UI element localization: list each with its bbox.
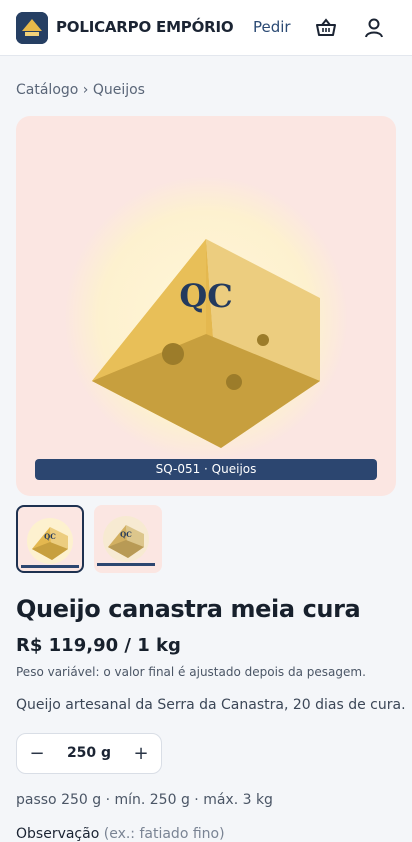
brand-name[interactable]: POLICARPO EMPÓRIO <box>56 18 234 36</box>
product-description: Queijo artesanal da Serra da Canastra, 2… <box>16 697 406 713</box>
product-price: R$ 119,90 / 1 kg <box>16 635 181 656</box>
observation-label: Observação (ex.: fatiado fino) <box>16 826 225 842</box>
increment-button[interactable]: + <box>121 734 161 773</box>
breadcrumb[interactable]: Catálogo › Queijos <box>16 82 145 98</box>
weight-note: Peso variável: o valor final é ajustado … <box>16 665 366 679</box>
thumbnail-cheese-icon: QC <box>21 518 79 568</box>
quantity-value: 250 g <box>66 745 112 761</box>
product-image[interactable]: QC SQ-051 · Queijos <box>16 116 396 496</box>
quantity-rules: passo 250 g · mín. 250 g · máx. 3 kg <box>16 792 273 808</box>
user-icon[interactable] <box>360 14 388 42</box>
app-header: POLICARPO EMPÓRIO Pedir <box>0 0 412 56</box>
decrement-button[interactable]: − <box>17 734 57 773</box>
thumbnail-cheese-icon: QC <box>97 516 155 566</box>
svg-text:QC: QC <box>44 532 56 541</box>
observation-hint: (ex.: fatiado fino) <box>103 826 225 842</box>
quantity-stepper: − 250 g + <box>16 733 162 774</box>
basket-icon[interactable] <box>312 14 340 42</box>
product-title: Queijo canastra meia cura <box>16 595 361 623</box>
thumbnail-1[interactable]: QC <box>16 505 84 573</box>
store-logo-icon[interactable] <box>16 12 48 44</box>
cheese-illustration: QC <box>64 176 348 460</box>
observation-title: Observação <box>16 826 100 842</box>
sku-tag: SQ-051 · Queijos <box>35 459 377 480</box>
order-link[interactable]: Pedir <box>253 18 291 36</box>
product-monogram: QC <box>179 277 232 315</box>
svg-text:QC: QC <box>120 530 132 539</box>
thumbnail-2[interactable]: QC <box>94 505 162 573</box>
